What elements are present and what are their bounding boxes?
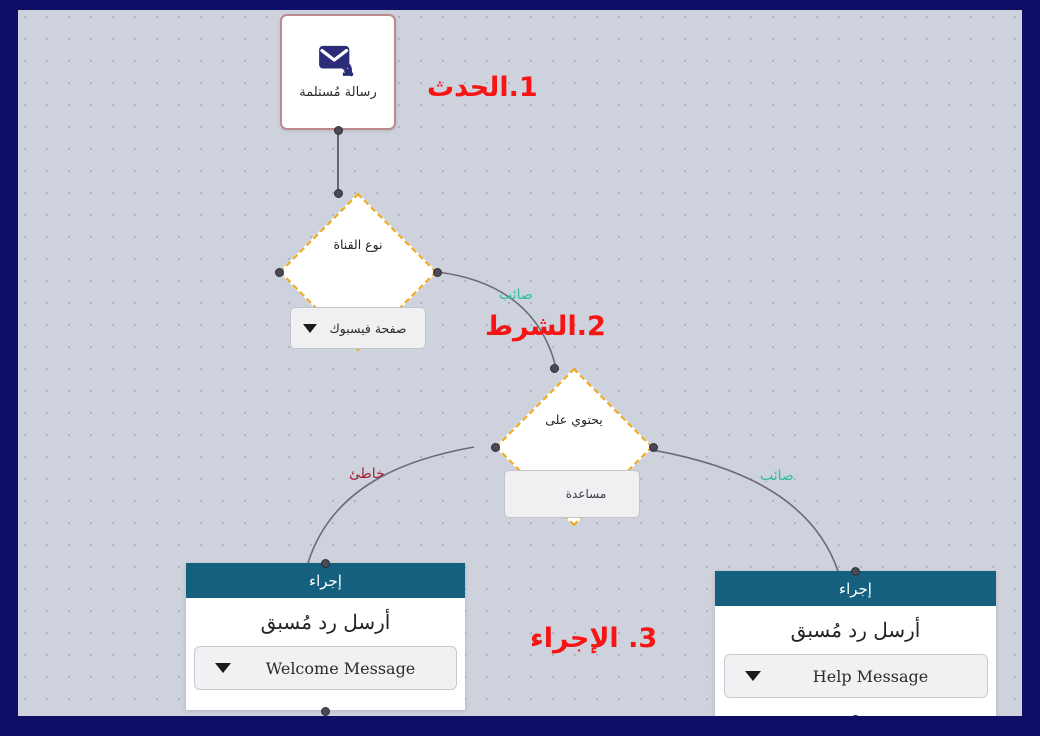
edge-label-false-contains: خاطئ — [349, 466, 385, 482]
action-reply-value: Welcome Message — [265, 658, 416, 678]
event-node[interactable]: رسالة مُستلمة — [280, 14, 396, 130]
condition2-right-port[interactable] — [649, 443, 658, 452]
edge-condition2-true-to-action-right — [633, 446, 839, 572]
channel-type-select[interactable]: صفحة فيسبوك — [290, 307, 426, 349]
chevron-down-icon — [215, 663, 231, 673]
condition2-top-port[interactable] — [550, 364, 559, 373]
event-node-bottom-port[interactable] — [334, 126, 343, 135]
incoming-mail-icon — [319, 45, 354, 77]
action-left-bottom-port[interactable] — [321, 707, 330, 716]
annotation-event: 1.الحدث — [427, 72, 538, 103]
action-node-title: أرسل رد مُسبق — [260, 610, 391, 634]
keyword-input[interactable]: مساعدة — [504, 470, 640, 518]
chevron-down-icon — [744, 671, 761, 681]
edge-condition2-false-to-action-left — [307, 446, 475, 564]
action-left-top-port[interactable] — [321, 559, 330, 568]
action-reply-value: Help Message — [812, 666, 929, 686]
keyword-input-value: مساعدة — [565, 487, 607, 501]
action-node-welcome[interactable]: إجراء أرسل رد مُسبق Welcome Message — [186, 563, 465, 710]
action-node-title: أرسل رد مُسبق — [790, 618, 921, 642]
condition2-left-port[interactable] — [491, 443, 500, 452]
chevron-down-icon — [303, 323, 317, 333]
edge-label-true-contains: صائب — [760, 468, 794, 484]
condition1-left-port[interactable] — [275, 268, 284, 277]
action-reply-select[interactable]: Welcome Message — [194, 646, 457, 690]
condition1-top-port[interactable] — [334, 189, 343, 198]
condition1-right-port[interactable] — [433, 268, 442, 277]
action-node-help[interactable]: إجراء أرسل رد مُسبق Help Message — [715, 571, 996, 716]
action-node-header: إجراء — [186, 563, 465, 598]
action-node-header: إجراء — [715, 571, 996, 606]
annotation-action: 3. الإجراء — [530, 623, 658, 654]
event-node-label: رسالة مُستلمة — [299, 84, 377, 100]
flow-canvas[interactable]: رسالة مُستلمة نوع القناة صفحة فيسبوك يحت… — [18, 10, 1022, 716]
edge-label-true-channel: صائب — [499, 287, 533, 303]
action-reply-select[interactable]: Help Message — [723, 654, 988, 698]
action-right-top-port[interactable] — [851, 567, 860, 576]
annotation-condition: 2.الشرط — [485, 311, 606, 342]
